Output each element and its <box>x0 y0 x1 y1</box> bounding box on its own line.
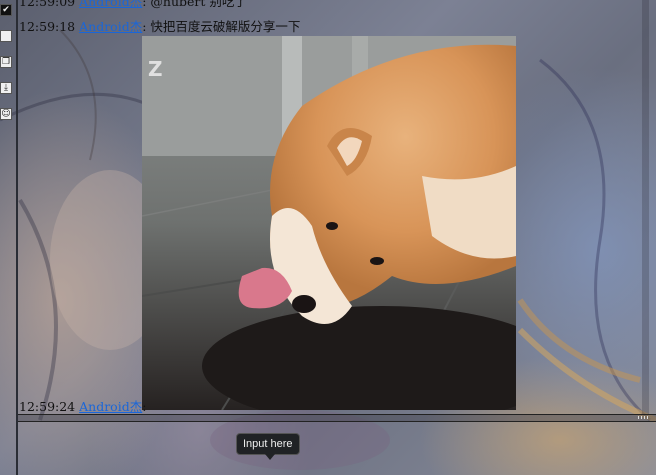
toolbar-separator <box>16 0 18 475</box>
message-time: 12:59:18 <box>19 19 76 34</box>
message-user-link[interactable]: Android杰 <box>79 19 142 34</box>
chat-scrollbar[interactable] <box>642 0 649 414</box>
input-tooltip: Input here <box>236 433 300 460</box>
message-user-link[interactable]: Android杰 <box>79 0 142 9</box>
message-text: @hubert 别吃了 <box>150 0 247 9</box>
message-time: 12:59:24 <box>19 399 76 414</box>
message-input[interactable] <box>18 421 656 475</box>
checkbox-icon[interactable]: ✔ <box>0 4 12 16</box>
message-time: 12:59:09 <box>19 0 76 9</box>
message-text: 快把百度云破解版分享一下 <box>150 19 301 34</box>
chat-log: 12:59:09 Android杰: @hubert 别吃了 12:59:18 … <box>19 0 649 414</box>
message-user-link[interactable]: Android杰 <box>79 399 142 414</box>
message-separator: : <box>142 399 147 414</box>
resize-grip-icon[interactable] <box>638 416 650 419</box>
left-toolbar: ✔ ❐ ⤓ ☺ <box>0 0 16 420</box>
chat-message: 12:59:09 Android杰: @hubert 别吃了 <box>19 0 247 9</box>
dog-photo-drawing: Z <box>142 36 516 410</box>
message-separator: : <box>142 0 147 9</box>
copy-icon[interactable]: ❐ <box>0 56 12 68</box>
page-icon[interactable] <box>0 30 12 42</box>
person-icon[interactable]: ☺ <box>0 108 12 120</box>
download-icon[interactable]: ⤓ <box>0 82 12 94</box>
media-watermark: Z <box>148 57 163 81</box>
chat-message: 12:59:24 Android杰: <box>19 399 146 414</box>
shiba-dog-image[interactable]: Z <box>142 36 516 410</box>
message-separator: : <box>142 19 147 34</box>
chat-window: ✔ ❐ ⤓ ☺ 12:59:09 Android杰: @hubert 别吃了 1… <box>0 0 656 475</box>
chat-message: 12:59:18 Android杰: 快把百度云破解版分享一下 <box>19 19 300 34</box>
